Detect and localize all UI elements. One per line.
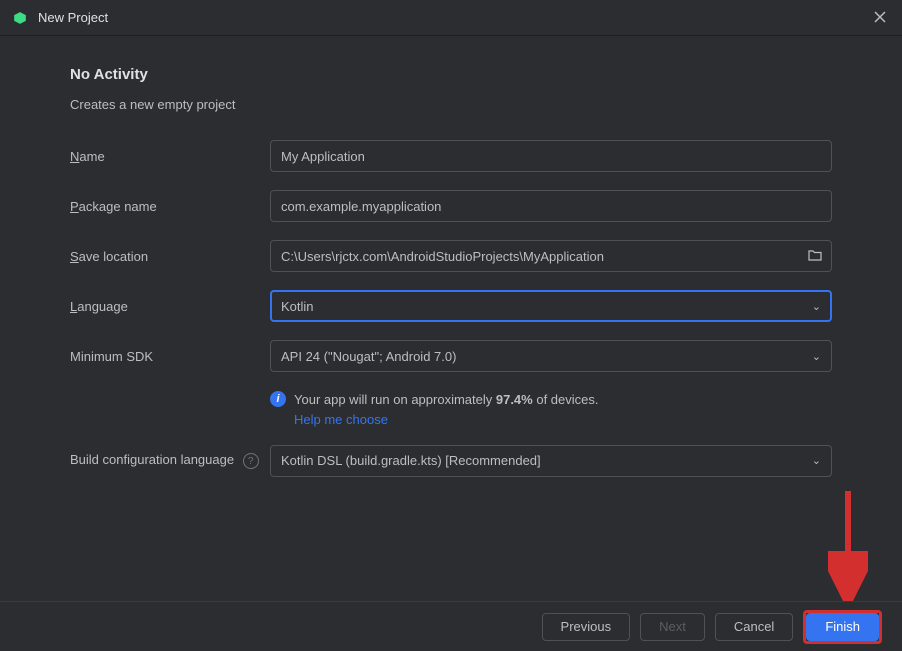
device-info-row: i Your app will run on approximately 97.… <box>70 390 832 427</box>
info-icon: i <box>270 391 286 407</box>
chevron-down-icon: ⌄ <box>812 454 821 467</box>
package-label: Package name <box>70 199 270 214</box>
finish-highlight: Finish <box>803 610 882 644</box>
next-button: Next <box>640 613 705 641</box>
package-input[interactable] <box>270 190 832 222</box>
language-value: Kotlin <box>281 299 314 314</box>
previous-button[interactable]: Previous <box>542 613 631 641</box>
package-row: Package name <box>70 190 832 222</box>
titlebar: New Project <box>0 0 902 36</box>
window-title: New Project <box>38 10 870 25</box>
minsdk-row: Minimum SDK API 24 ("Nougat"; Android 7.… <box>70 340 832 372</box>
help-icon[interactable]: ? <box>243 453 259 469</box>
page-subtitle: Creates a new empty project <box>70 97 832 112</box>
name-input[interactable] <box>270 140 832 172</box>
buildconfig-value: Kotlin DSL (build.gradle.kts) [Recommend… <box>281 453 541 468</box>
footer: Previous Next Cancel Finish <box>0 601 902 651</box>
close-icon[interactable] <box>870 6 890 30</box>
language-select[interactable]: Kotlin ⌄ <box>270 290 832 322</box>
name-row: Name <box>70 140 832 172</box>
save-location-label: Save location <box>70 249 270 264</box>
android-studio-icon <box>12 10 28 26</box>
buildconfig-row: Build configuration language ? Kotlin DS… <box>70 445 832 477</box>
help-me-choose-link[interactable]: Help me choose <box>294 412 599 427</box>
name-label: Name <box>70 149 270 164</box>
language-row: Language Kotlin ⌄ <box>70 290 832 322</box>
browse-folder-icon[interactable] <box>808 249 822 264</box>
device-info-text: Your app will run on approximately 97.4%… <box>294 390 599 410</box>
save-location-input[interactable] <box>270 240 832 272</box>
buildconfig-label: Build configuration language ? <box>70 452 270 470</box>
language-label: Language <box>70 299 270 314</box>
chevron-down-icon: ⌄ <box>812 300 821 313</box>
content-area: No Activity Creates a new empty project … <box>0 36 902 505</box>
buildconfig-select[interactable]: Kotlin DSL (build.gradle.kts) [Recommend… <box>270 445 832 477</box>
minsdk-label: Minimum SDK <box>70 349 270 364</box>
page-title: No Activity <box>70 66 832 83</box>
cancel-button[interactable]: Cancel <box>715 613 793 641</box>
minsdk-value: API 24 ("Nougat"; Android 7.0) <box>281 349 456 364</box>
finish-button[interactable]: Finish <box>806 613 879 641</box>
chevron-down-icon: ⌄ <box>812 350 821 363</box>
save-location-row: Save location <box>70 240 832 272</box>
minsdk-select[interactable]: API 24 ("Nougat"; Android 7.0) ⌄ <box>270 340 832 372</box>
